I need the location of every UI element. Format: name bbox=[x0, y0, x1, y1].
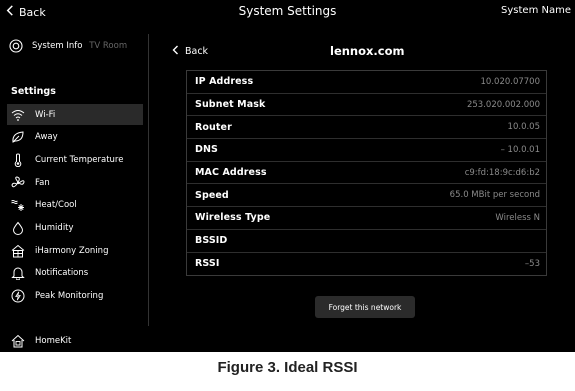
row-value: c9:fd:18:9c:d6:b2 bbox=[464, 167, 540, 178]
network-back-label: Back bbox=[185, 46, 209, 57]
row-label: BSSID bbox=[195, 235, 228, 247]
sidebar-item-label: HomeKit bbox=[35, 335, 72, 346]
network-info-table: IP Address 10.020.07700 Subnet Mask 253.… bbox=[186, 70, 547, 277]
sidebar-item-label: Away bbox=[35, 131, 58, 142]
table-row: Subnet Mask 253.020.002.000 bbox=[187, 94, 546, 117]
sidebar-item-label: Wi-Fi bbox=[35, 109, 56, 120]
sidebar-item-peak-monitoring[interactable]: Peak Monitoring bbox=[7, 285, 143, 306]
sidebar-item-label: Notifications bbox=[35, 267, 89, 278]
sidebar-item-label: Heat/Cool bbox=[35, 199, 77, 210]
chevron-left-icon bbox=[172, 45, 179, 58]
top-bar: Back System Settings System Name bbox=[0, 0, 575, 24]
fan-icon bbox=[10, 175, 25, 190]
table-row: Router 10.0.05 bbox=[187, 116, 546, 140]
sidebar-item-label: Current Temperature bbox=[35, 154, 124, 165]
heat-cool-icon bbox=[10, 197, 25, 212]
forget-network-button[interactable]: Forget this network bbox=[315, 296, 415, 318]
table-row: BSSID bbox=[187, 230, 546, 253]
row-value: – 10.0.01 bbox=[500, 144, 540, 155]
sidebar-item-label: Humidity bbox=[35, 222, 74, 233]
settings-heading: Settings bbox=[11, 86, 56, 97]
sidebar-item-current-temperature[interactable]: Current Temperature bbox=[7, 149, 143, 170]
sidebar-item-label: Fan bbox=[35, 177, 50, 188]
sidebar-item-heat-cool[interactable]: Heat/Cool bbox=[7, 194, 143, 215]
zoning-house-icon bbox=[10, 243, 25, 258]
sidebar-item-label: Peak Monitoring bbox=[35, 290, 104, 301]
sidebar-item-homekit[interactable]: HomeKit bbox=[7, 330, 143, 351]
row-label: Subnet Mask bbox=[195, 99, 266, 111]
table-row: MAC Address c9:fd:18:9c:d6:b2 bbox=[187, 162, 546, 185]
table-row: RSSI –53 bbox=[187, 253, 546, 276]
row-value: 10.0.05 bbox=[507, 122, 540, 133]
sidebar-item-label: iHarmony Zoning bbox=[35, 245, 109, 256]
sidebar: System Info TV Room Settings Wi-Fi Away … bbox=[0, 24, 148, 352]
table-row: Wireless Type Wireless N bbox=[187, 207, 546, 230]
bell-icon bbox=[10, 265, 25, 280]
sidebar-item-iharmony-zoning[interactable]: iHarmony Zoning bbox=[7, 240, 143, 261]
device-name: TV Room bbox=[89, 41, 128, 51]
table-row: DNS – 10.0.01 bbox=[187, 139, 546, 162]
row-label: RSSI bbox=[195, 258, 220, 270]
row-value: Wireless N bbox=[495, 212, 540, 223]
row-value: 65.0 MBit per second bbox=[449, 190, 540, 201]
network-detail-panel: Back lennox.com IP Address 10.020.07700 … bbox=[150, 24, 575, 352]
row-value: 10.020.07700 bbox=[480, 76, 540, 87]
system-info-item[interactable]: System Info TV Room bbox=[9, 38, 127, 54]
sidebar-item-fan[interactable]: Fan bbox=[7, 172, 143, 193]
row-value: –53 bbox=[524, 258, 540, 269]
row-label: IP Address bbox=[195, 76, 254, 88]
target-icon bbox=[9, 39, 23, 53]
network-back-button[interactable]: Back bbox=[172, 45, 208, 58]
wifi-icon bbox=[10, 107, 25, 122]
network-name-title: lennox.com bbox=[330, 44, 405, 58]
sidebar-item-notifications[interactable]: Notifications bbox=[7, 262, 143, 283]
row-label: Router bbox=[195, 121, 232, 133]
sidebar-item-wifi[interactable]: Wi-Fi bbox=[7, 104, 143, 125]
system-info-label: System Info bbox=[32, 41, 83, 51]
row-label: Wireless Type bbox=[195, 212, 271, 224]
system-name-label[interactable]: System Name bbox=[501, 5, 571, 16]
homekit-icon bbox=[10, 333, 25, 348]
humidity-drop-icon bbox=[10, 220, 25, 235]
sidebar-item-away[interactable]: Away bbox=[7, 126, 143, 147]
peak-lightning-icon bbox=[10, 288, 25, 303]
row-label: Speed bbox=[195, 189, 229, 201]
page-title: System Settings bbox=[238, 4, 337, 18]
sidebar-divider bbox=[148, 34, 149, 326]
thermostat-screen: Back System Settings System Name System … bbox=[0, 0, 575, 352]
table-row: IP Address 10.020.07700 bbox=[187, 71, 546, 94]
thermometer-icon bbox=[10, 152, 25, 167]
away-leaf-icon bbox=[10, 129, 25, 144]
sidebar-item-humidity[interactable]: Humidity bbox=[7, 217, 143, 238]
row-value: 253.020.002.000 bbox=[466, 99, 540, 110]
table-row: Speed 65.0 MBit per second bbox=[187, 184, 546, 208]
row-label: DNS bbox=[195, 144, 218, 156]
row-label: MAC Address bbox=[195, 167, 267, 179]
figure-caption: Figure 3. Ideal RSSI bbox=[217, 359, 358, 376]
